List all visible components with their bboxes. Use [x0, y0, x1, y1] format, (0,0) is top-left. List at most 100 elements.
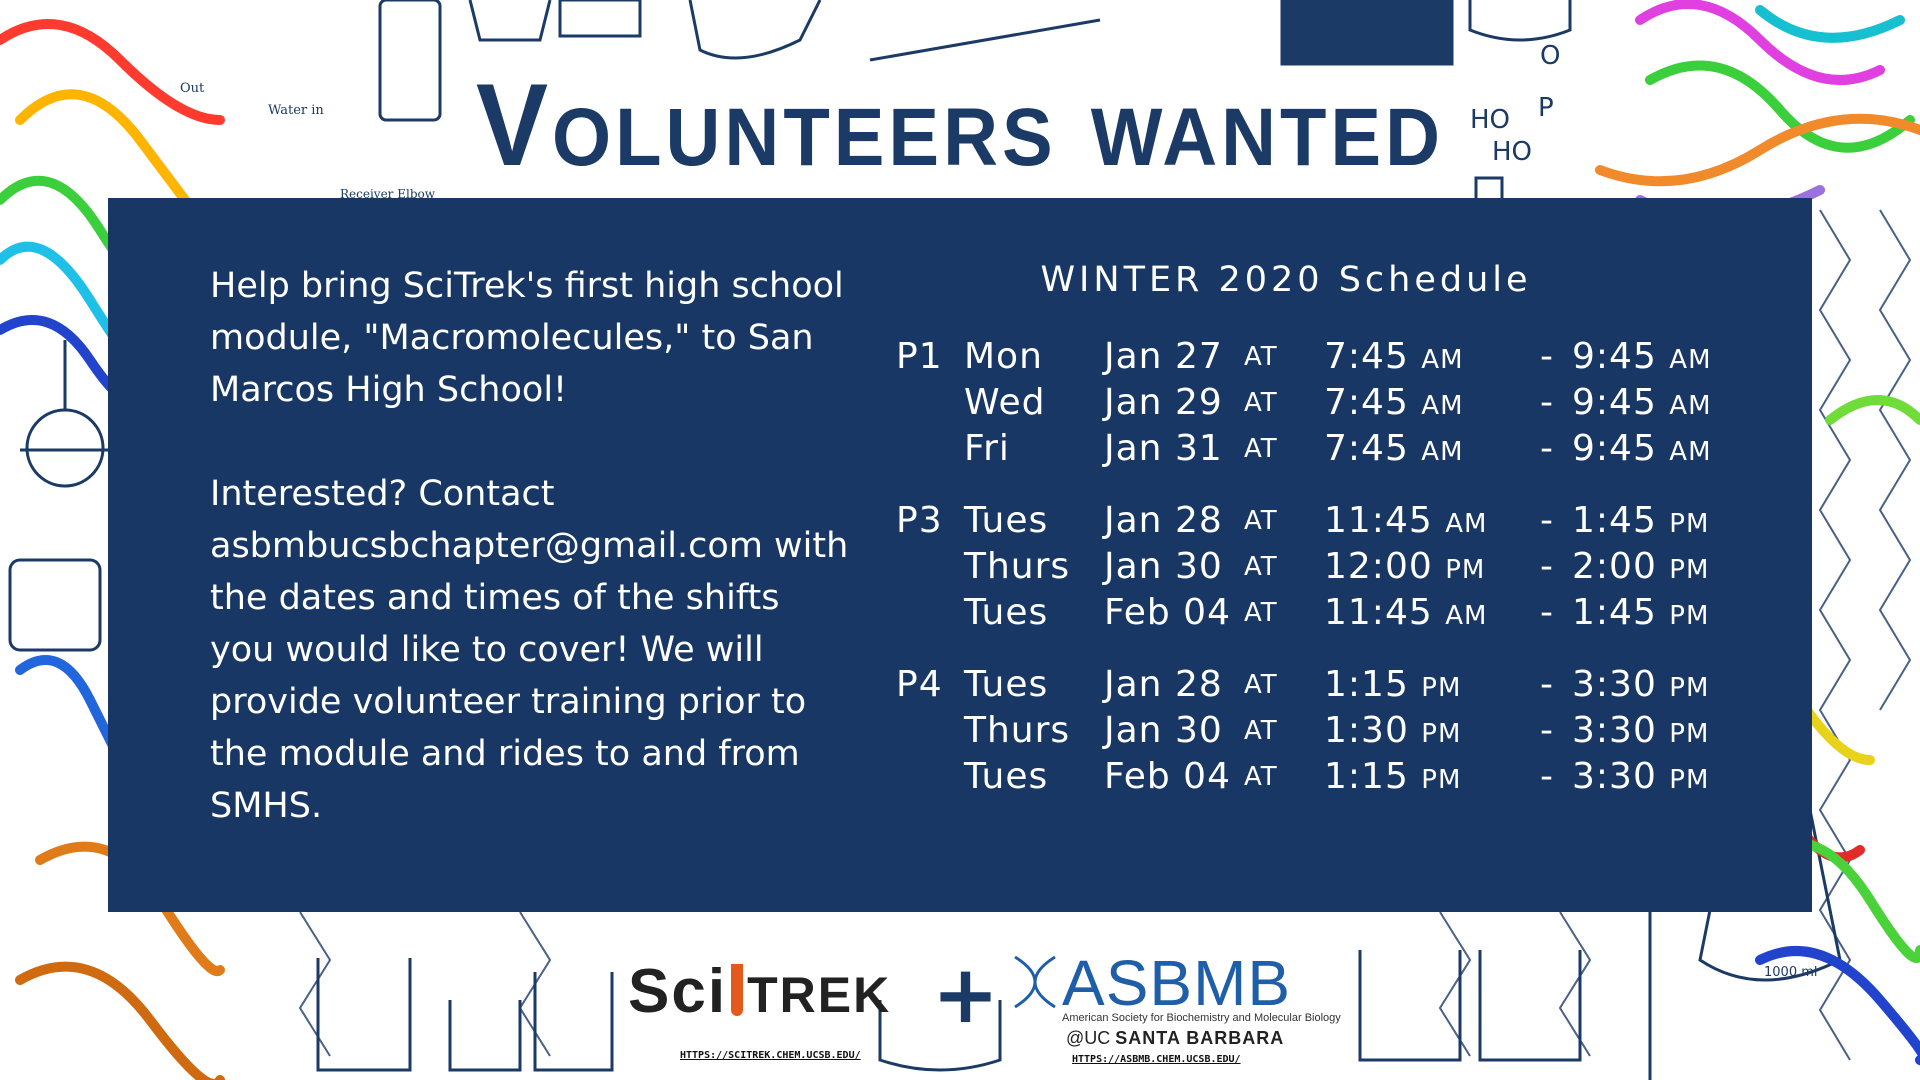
schedule-end-time: 9:45 AM	[1572, 428, 1712, 469]
asbmb-url-link[interactable]: HTTPS://ASBMB.CHEM.UCSB.EDU/	[1072, 1054, 1241, 1065]
scitrek-sci-text: Sci	[628, 957, 728, 1026]
schedule-end-time: 1:45 PM	[1572, 500, 1709, 541]
end-time-value: 1:45	[1572, 500, 1657, 541]
schedule-end-time: 3:30 PM	[1572, 710, 1709, 751]
schedule-at: AT	[1244, 762, 1278, 792]
time-separator: -	[1540, 592, 1554, 633]
schedule-day: Tues	[964, 592, 1049, 633]
time-separator: -	[1540, 710, 1554, 751]
schedule-day: Tues	[964, 500, 1049, 541]
plus-sign: +	[932, 948, 1000, 1041]
schedule-start-time: 1:15 PM	[1324, 664, 1461, 705]
scitrek-logo: Sci TREK	[628, 956, 891, 1027]
start-time-value: 12:00	[1324, 546, 1433, 587]
time-separator: -	[1540, 382, 1554, 423]
time-separator: -	[1540, 428, 1554, 469]
schedule-row: Wed Jan 29 AT 7:45 AM -9:45 AM	[896, 382, 1796, 428]
asbmb-at: @UC	[1066, 1028, 1111, 1048]
schedule-end-time: 9:45 AM	[1572, 336, 1712, 377]
start-time-suffix: PM	[1421, 673, 1462, 703]
scitrek-trek-text: TREK	[747, 967, 892, 1023]
asbmb-campus: @UC SANTA BARBARA	[1066, 1028, 1284, 1049]
schedule-row: Tues Feb 04 AT 11:45 AM -1:45 PM	[896, 592, 1796, 638]
schedule-date: Jan 27	[1104, 336, 1223, 377]
dna-helix-icon	[1014, 955, 1056, 1009]
schedule-day: Tues	[964, 756, 1049, 797]
schedule-day: Wed	[964, 382, 1046, 423]
end-time-suffix: PM	[1669, 719, 1710, 749]
schedule-end-time: 9:45 AM	[1572, 382, 1712, 423]
schedule-day: Fri	[964, 428, 1010, 469]
end-time-value: 3:30	[1572, 710, 1657, 751]
schedule-start-time: 11:45 AM	[1324, 592, 1487, 633]
asbmb-full-name: American Society for Biochemistry and Mo…	[1062, 1012, 1341, 1024]
start-time-value: 1:30	[1324, 710, 1409, 751]
schedule-row: P4 Tues Jan 28 AT 1:15 PM -3:30 PM	[896, 664, 1796, 710]
schedule-row: P1 Mon Jan 27 AT 7:45 AM -9:45 AM	[896, 336, 1796, 382]
schedule-row: Thurs Jan 30 AT 12:00 PM -2:00 PM	[896, 546, 1796, 592]
end-time-suffix: PM	[1669, 509, 1710, 539]
asbmb-logo: ASBMB	[1062, 947, 1292, 1019]
time-separator: -	[1540, 756, 1554, 797]
end-time-value: 9:45	[1572, 382, 1657, 423]
schedule-date: Jan 28	[1104, 500, 1223, 541]
time-separator: -	[1540, 546, 1554, 587]
schedule-date: Jan 30	[1104, 546, 1223, 587]
schedule-date: Jan 29	[1104, 382, 1223, 423]
end-time-value: 1:45	[1572, 592, 1657, 633]
schedule-start-time: 7:45 AM	[1324, 428, 1464, 469]
schedule-date: Jan 28	[1104, 664, 1223, 705]
schedule-start-time: 1:30 PM	[1324, 710, 1461, 751]
schedule-date: Jan 31	[1104, 428, 1223, 469]
start-time-suffix: PM	[1445, 555, 1486, 585]
schedule-period: P1	[896, 336, 943, 377]
end-time-value: 3:30	[1572, 664, 1657, 705]
end-time-suffix: PM	[1669, 601, 1710, 631]
schedule-start-time: 1:15 PM	[1324, 756, 1461, 797]
intro-paragraph-1: Help bring SciTrek's first high school m…	[210, 266, 844, 410]
info-panel: Help bring SciTrek's first high school m…	[108, 198, 1812, 912]
start-time-value: 7:45	[1324, 336, 1409, 377]
start-time-value: 7:45	[1324, 382, 1409, 423]
start-time-suffix: AM	[1445, 601, 1488, 631]
schedule-row: P3 Tues Jan 28 AT 11:45 AM -1:45 PM	[896, 500, 1796, 546]
schedule-date: Feb 04	[1104, 756, 1231, 797]
start-time-value: 1:15	[1324, 664, 1409, 705]
page-title: Volunteers wanted	[475, 59, 1445, 190]
schedule-end-time: 3:30 PM	[1572, 756, 1709, 797]
asbmb-campus-name: SANTA BARBARA	[1115, 1028, 1285, 1048]
intro-text: Help bring SciTrek's first high school m…	[210, 260, 850, 832]
schedule-end-time: 2:00 PM	[1572, 546, 1709, 587]
end-time-suffix: AM	[1669, 345, 1712, 375]
start-time-value: 1:15	[1324, 756, 1409, 797]
time-separator: -	[1540, 500, 1554, 541]
schedule-period: P4	[896, 664, 943, 705]
schedule-day: Mon	[964, 336, 1043, 377]
schedule-at: AT	[1244, 434, 1278, 464]
schedule-end-time: 3:30 PM	[1572, 664, 1709, 705]
schedule-start-time: 7:45 AM	[1324, 336, 1464, 377]
schedule-start-time: 7:45 AM	[1324, 382, 1464, 423]
start-time-suffix: AM	[1445, 509, 1488, 539]
time-separator: -	[1540, 336, 1554, 377]
start-time-suffix: PM	[1421, 765, 1462, 795]
start-time-value: 11:45	[1324, 500, 1433, 541]
schedule-start-time: 11:45 AM	[1324, 500, 1487, 541]
schedule-row: Fri Jan 31 AT 7:45 AM -9:45 AM	[896, 428, 1796, 474]
schedule-at: AT	[1244, 670, 1278, 700]
end-time-suffix: PM	[1669, 765, 1710, 795]
scitrek-url-link[interactable]: HTTPS://SCITREK.CHEM.UCSB.EDU/	[680, 1050, 861, 1061]
schedule-at: AT	[1244, 716, 1278, 746]
start-time-value: 11:45	[1324, 592, 1433, 633]
schedule-date: Jan 30	[1104, 710, 1223, 751]
start-time-suffix: AM	[1421, 437, 1464, 467]
start-time-suffix: PM	[1421, 719, 1462, 749]
schedule-at: AT	[1244, 506, 1278, 536]
end-time-suffix: AM	[1669, 437, 1712, 467]
end-time-suffix: PM	[1669, 555, 1710, 585]
start-time-suffix: AM	[1421, 345, 1464, 375]
end-time-suffix: PM	[1669, 673, 1710, 703]
schedule-day: Thurs	[964, 546, 1071, 587]
schedule-at: AT	[1244, 598, 1278, 628]
schedule-row: Tues Feb 04 AT 1:15 PM -3:30 PM	[896, 756, 1796, 802]
